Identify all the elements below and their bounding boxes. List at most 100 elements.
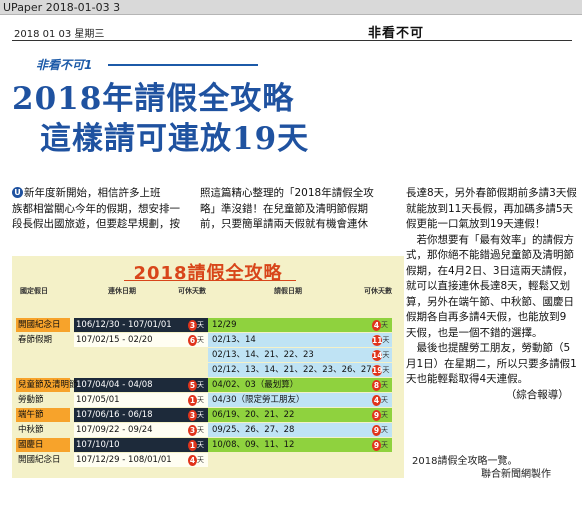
days-wrap: 6天 — [188, 333, 204, 347]
holiday-dates: 107/05/01 — [76, 395, 120, 405]
paragraph-line: 式，那你絕不能錯過兒童節及清明節 — [406, 249, 574, 261]
days-unit: 天 — [197, 321, 204, 329]
days-badge: 9 — [372, 425, 381, 437]
table-row: 中秋節 107/09/22 - 09/24 3 天 09/25、26、27、28 9 天 — [12, 423, 404, 437]
header-dates: 連休日期 — [108, 287, 136, 295]
graphic-title-underline — [124, 280, 296, 281]
leave-dates: 09/25、26、27、28 — [212, 425, 295, 435]
holiday-dates: 107/09/22 - 09/24 — [76, 425, 153, 435]
table-row: 02/12、13、14、21、22、23、26、27 19 天 — [12, 363, 404, 377]
holiday-name: 兒童節及清明節 — [16, 378, 78, 392]
days-wrap: 1天 — [188, 438, 204, 452]
days-count-2: 4天 — [372, 393, 388, 407]
days-unit: 天 — [197, 456, 204, 464]
days-unit: 天 — [381, 396, 388, 404]
paragraph-line: 就可以直接連休長達8天，輕鬆又划 — [406, 280, 571, 292]
leave-dates: 04/02、03（最划算） — [212, 380, 299, 390]
days-unit: 天 — [381, 426, 388, 434]
graphic-title: 2018請假全攻略 — [133, 263, 283, 284]
table-row: 春節假期 107/02/15 - 02/20 6 天 02/13、14 11 天 — [12, 333, 404, 347]
days-count: 3天 — [188, 318, 204, 332]
paragraph-line: 天假，也是一個不錯的選擇。 — [406, 326, 543, 339]
holiday-dates: 107/04/04 - 04/08 — [76, 380, 153, 390]
holiday-dates: 106/12/30 - 107/01/01 — [76, 320, 172, 330]
leave-table-graphic: 2018請假全攻略 國定假日 連休日期 可休天數 請假日期 可休天數 開國紀念日… — [12, 256, 404, 478]
days-badge: 5 — [188, 380, 197, 392]
days-badge: 19 — [372, 365, 383, 377]
days-badge: 1 — [188, 440, 197, 452]
days-badge: 11 — [372, 335, 383, 347]
table-row: 兒童節及清明節 107/04/04 - 04/08 5 天 04/02、03（最划算） 8… — [12, 378, 404, 392]
days-badge: 3 — [188, 425, 197, 437]
leave-dates: 02/13、14、21、22、23 — [212, 350, 314, 360]
paragraph-line: 假期，在4月2日、3日這兩天請假， — [406, 264, 574, 277]
holiday-name — [16, 363, 70, 377]
days-unit: 天 — [197, 426, 204, 434]
holiday-name: 國慶日 — [16, 438, 70, 452]
paragraph-line: 族都相當關心今年的假期，想安排一 — [12, 202, 180, 215]
days-wrap: 8天 — [372, 378, 388, 392]
holiday-name — [16, 348, 70, 362]
holiday-dates — [74, 348, 200, 362]
header-holiday: 國定假日 — [20, 287, 48, 295]
days-wrap: 1天 — [188, 393, 204, 407]
holiday-name: 開國紀念日 — [16, 318, 70, 332]
days-count-2: 14 天 — [372, 348, 389, 362]
dropcap: U — [12, 187, 23, 198]
days-count: 4天 — [188, 453, 204, 467]
days-wrap: 4天 — [188, 453, 204, 467]
days-unit: 天 — [381, 441, 388, 449]
holiday-name: 中秋節 — [18, 425, 44, 435]
days-count-2: 19 天 — [372, 363, 390, 377]
days-unit: 天 — [382, 336, 390, 344]
top-bar: UPaper 2018-01-03 3 — [0, 0, 582, 15]
paragraph-line: 假更能一口氣放到19天連假！ — [406, 218, 546, 230]
leave-dates: 10/08、09、11、12 — [212, 440, 295, 450]
leave-dates — [210, 453, 360, 467]
table-row: 勞動節 107/05/01 1 天 04/30（限定勞工朋友） 4 天 — [12, 393, 404, 407]
paragraph-line: 就能放到11天長假，再加碼多請5天 — [406, 202, 574, 215]
days-badge: 9 — [372, 410, 381, 422]
days-wrap: 14 天 — [372, 348, 389, 362]
paragraph-line: 若你想要有「最有效率」的請假方 — [406, 233, 574, 246]
days-wrap: 4天 — [372, 393, 388, 407]
days-wrap: 19 天 — [372, 363, 390, 377]
holiday-dates: 107/12/29 - 108/01/01 — [76, 455, 172, 465]
kicker-line — [108, 64, 258, 66]
holiday-name: 春節假期 — [18, 335, 53, 345]
kicker: 非看不可1 — [36, 58, 93, 72]
credit: 聯合新聞網製作 — [481, 469, 551, 480]
header-rule — [12, 40, 572, 41]
table-row: 國慶日 107/10/10 1 天 10/08、09、11、12 9 天 — [12, 438, 404, 452]
days-count-2: 4天 — [372, 318, 388, 332]
leave-dates: 02/13、14 — [212, 335, 256, 345]
paragraph-line: 天也能輕鬆取得4天連假。 — [406, 373, 529, 385]
days-unit: 天 — [381, 381, 388, 389]
paragraph-line: 前，只要簡單請兩天假就有機會連休 — [200, 218, 368, 230]
paragraph-line: （綜合報導） — [406, 388, 569, 401]
days-wrap: 9天 — [372, 408, 388, 422]
dateline: 2018 01 03 星期三 — [14, 29, 105, 40]
header-leave-dates: 請假日期 — [274, 287, 302, 295]
days-unit: 天 — [382, 366, 390, 374]
days-badge: 4 — [188, 455, 197, 467]
article-column-2: 照這篇精心整理的「2018年請假全攻 略」準沒錯！在兒童節及清明節假期 前，只要… — [200, 186, 380, 233]
days-wrap: 3天 — [188, 318, 204, 332]
holiday-dates — [74, 363, 200, 377]
leave-dates: 06/19、20、21、22 — [212, 410, 295, 420]
days-badge: 3 — [188, 320, 197, 332]
days-unit: 天 — [197, 381, 204, 389]
days-wrap: 3天 — [188, 408, 204, 422]
paragraph-line: 最後也提醒勞工朋友，勞動節（5 — [406, 342, 571, 354]
days-badge: 9 — [372, 440, 381, 452]
section-title: 非看不可 — [368, 26, 425, 41]
days-wrap: 4天 — [372, 318, 388, 332]
body-text: 新年度新開始，相信許多上班 — [24, 187, 161, 199]
days-badge: 3 — [188, 410, 197, 422]
table-row: 02/13、14、21、22、23 14 天 — [12, 348, 404, 362]
days-badge: 6 — [188, 335, 197, 347]
days-count: 1天 — [188, 393, 204, 407]
days-unit: 天 — [197, 441, 204, 449]
paragraph-line: 略」準沒錯！在兒童節及清明節假期 — [200, 202, 368, 215]
paragraph-line: 段長假出國旅遊，但要趁早規劃，按 — [12, 218, 180, 230]
